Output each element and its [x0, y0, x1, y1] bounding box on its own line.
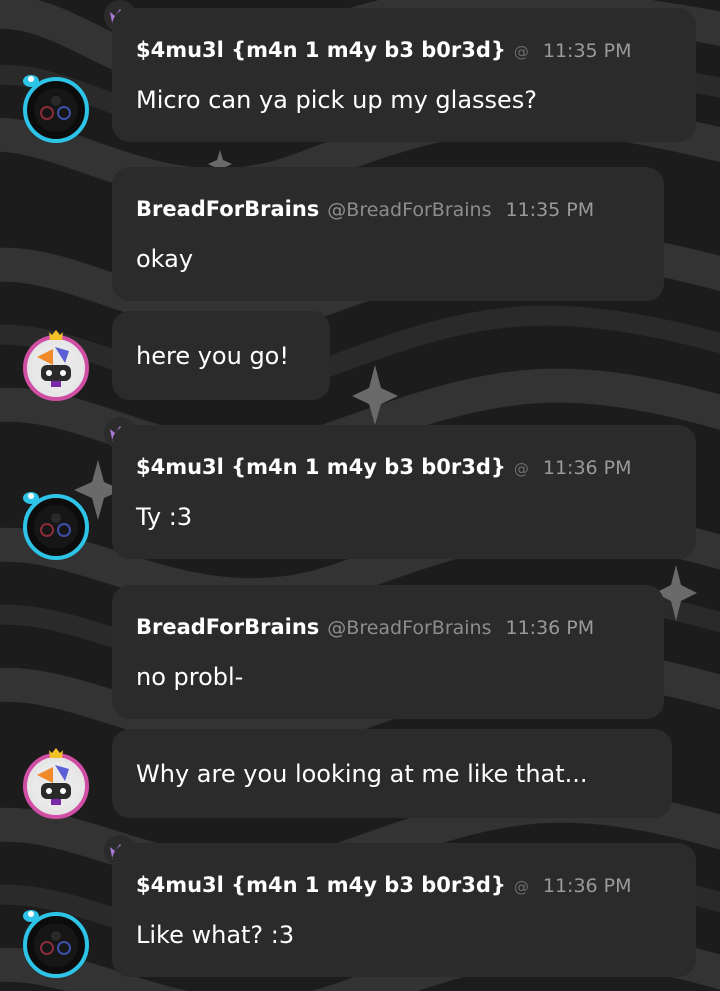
- username[interactable]: $4mu3l {m4n 1 m4y b3 b0r3d}: [136, 455, 506, 479]
- message-bubble[interactable]: $4mu3l {m4n 1 m4y b3 b0r3d} @11:36 PM Ty …: [112, 425, 696, 559]
- message-text: no probl-: [136, 663, 244, 691]
- username[interactable]: $4mu3l {m4n 1 m4y b3 b0r3d}: [136, 38, 506, 62]
- crown-icon: [49, 748, 63, 758]
- timestamp: 11:35 PM: [542, 40, 632, 62]
- message-text: Micro can ya pick up my glasses?: [136, 86, 538, 114]
- message-bubble[interactable]: Why are you looking at me like that...: [112, 729, 672, 818]
- timestamp: 11:36 PM: [542, 875, 632, 897]
- message-bubble[interactable]: BreadForBrains @BreadForBrains 11:35 PM ok…: [112, 167, 664, 301]
- message-header: BreadForBrains @BreadForBrains 11:36 PM: [136, 613, 594, 643]
- message-bubble[interactable]: $4mu3l {m4n 1 m4y b3 b0r3d} @11:35 PM Mic…: [112, 8, 696, 142]
- timestamp: 11:35 PM: [505, 199, 595, 221]
- avatar-decoration-icon: [23, 910, 39, 922]
- handle-at-sign: @: [513, 878, 529, 896]
- message-text: Ty :3: [136, 503, 193, 531]
- message-bubble[interactable]: BreadForBrains @BreadForBrains 11:36 PM no…: [112, 585, 664, 719]
- message-header: BreadForBrains @BreadForBrains 11:35 PM: [136, 195, 594, 225]
- message-text: okay: [136, 245, 194, 273]
- timestamp: 11:36 PM: [505, 617, 595, 639]
- message-text: Like what? :3: [136, 921, 295, 949]
- message-header: $4mu3l {m4n 1 m4y b3 b0r3d} @11:36 PM: [136, 453, 632, 483]
- timestamp: 11:36 PM: [542, 457, 632, 479]
- avatar-breadforbrains[interactable]: [23, 335, 89, 401]
- username[interactable]: $4mu3l {m4n 1 m4y b3 b0r3d}: [136, 873, 506, 897]
- avatar-decoration-icon: [23, 75, 39, 87]
- crown-icon: [49, 330, 63, 340]
- user-handle: @BreadForBrains: [327, 617, 492, 639]
- avatar-decoration-icon: [23, 492, 39, 504]
- handle-at-sign: @: [513, 460, 529, 478]
- message-bubble[interactable]: $4mu3l {m4n 1 m4y b3 b0r3d} @11:36 PM Lik…: [112, 843, 696, 977]
- avatar-breadforbrains[interactable]: [23, 753, 89, 819]
- message-header: $4mu3l {m4n 1 m4y b3 b0r3d} @11:35 PM: [136, 36, 632, 66]
- message-header: $4mu3l {m4n 1 m4y b3 b0r3d} @11:36 PM: [136, 871, 632, 901]
- username[interactable]: BreadForBrains: [136, 197, 319, 221]
- handle-at-sign: @: [513, 43, 529, 61]
- message-bubble[interactable]: here you go!: [112, 311, 330, 400]
- message-text: Why are you looking at me like that...: [136, 760, 588, 788]
- user-handle: @BreadForBrains: [327, 199, 492, 221]
- username[interactable]: BreadForBrains: [136, 615, 319, 639]
- message-text: here you go!: [136, 342, 289, 370]
